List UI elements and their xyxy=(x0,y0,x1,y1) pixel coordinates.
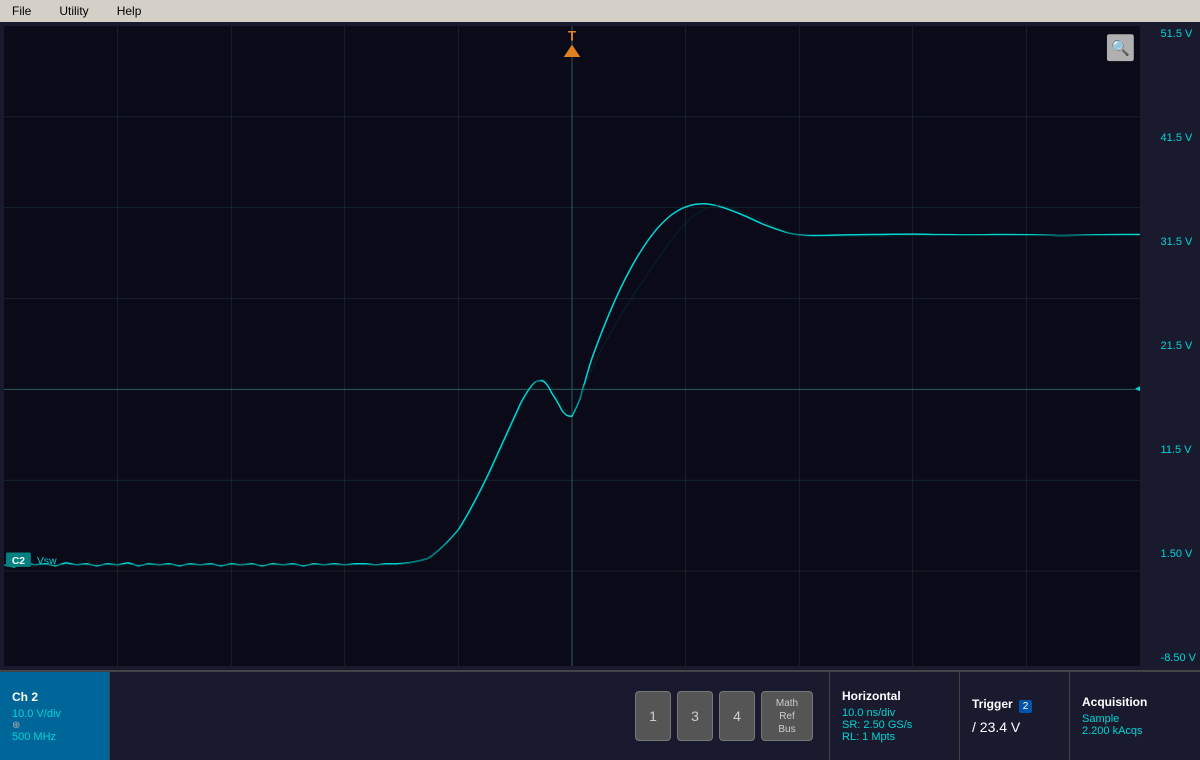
horizontal-sample-rate: SR: 2.50 GS/s xyxy=(842,719,947,731)
trigger-header: Trigger 2 xyxy=(972,697,1057,715)
ch2-badge: C2 xyxy=(12,556,25,567)
voltage-label-5: 11.5 V xyxy=(1161,444,1196,456)
acquisition-mode: Sample xyxy=(1082,713,1188,725)
menu-utility[interactable]: Utility xyxy=(55,2,92,20)
voltage-label-3: 31.5 V xyxy=(1161,236,1196,248)
voltage-label-4: 21.5 V xyxy=(1161,340,1196,352)
menu-file[interactable]: File xyxy=(8,2,35,20)
ch1-button[interactable]: 1 xyxy=(635,691,671,741)
zoom-icon[interactable]: 🔍 xyxy=(1111,38,1130,57)
trigger-ch-badge: 2 xyxy=(1019,700,1033,713)
voltage-label-2: 41.5 V xyxy=(1161,132,1196,144)
menubar: File Utility Help xyxy=(0,0,1200,22)
voltage-scale: 51.5 V 41.5 V 31.5 V 21.5 V 11.5 V 1.50 … xyxy=(1161,26,1196,666)
cursor-arrow: ◄ xyxy=(1132,379,1140,397)
horizontal-panel: Horizontal 10.0 ns/div SR: 2.50 GS/s RL:… xyxy=(830,672,960,760)
ch2-title: Ch 2 xyxy=(12,690,97,704)
horizontal-title: Horizontal xyxy=(842,689,947,703)
trigger-panel: Trigger 2 / 23.4 V xyxy=(960,672,1070,760)
voltage-label-6: 1.50 V xyxy=(1161,548,1196,560)
acquisition-title: Acquisition xyxy=(1082,695,1188,709)
math-ref-bus-button[interactable]: Math Ref Bus xyxy=(761,691,813,741)
scope-display: T 🔍 C2 Vsw ◄ xyxy=(4,26,1140,666)
trigger-t-label: T xyxy=(568,28,577,43)
voltage-label-7: -8.50 V xyxy=(1161,652,1196,664)
acquisition-panel: Acquisition Sample 2.200 kAcqs xyxy=(1070,672,1200,760)
horizontal-record-length: RL: 1 Mpts xyxy=(842,731,947,743)
trigger-value: 23.4 V xyxy=(980,719,1020,735)
acquisition-count: 2.200 kAcqs xyxy=(1082,725,1188,737)
status-bar: Ch 2 10.0 V/div ⊕ 500 MHz 1 3 4 Math Ref… xyxy=(0,670,1200,760)
trigger-icon: / 23.4 V xyxy=(972,719,1057,735)
center-spacer xyxy=(110,672,619,760)
waveform-area: T 🔍 C2 Vsw ◄ 51.5 V xyxy=(0,22,1200,670)
trigger-title: Trigger xyxy=(972,697,1013,711)
ch2-bandwidth: 500 MHz xyxy=(12,731,97,743)
ch2-panel: Ch 2 10.0 V/div ⊕ 500 MHz xyxy=(0,672,110,760)
ch2-vdiv: 10.0 V/div xyxy=(12,708,97,720)
scope-container: T 🔍 C2 Vsw ◄ 51.5 V xyxy=(0,22,1200,760)
ch2-bw-icon: ⊕ xyxy=(12,720,97,731)
horizontal-time-div: 10.0 ns/div xyxy=(842,707,947,719)
ch3-button[interactable]: 3 xyxy=(677,691,713,741)
channel-buttons: 1 3 4 Math Ref Bus xyxy=(619,672,830,760)
menu-help[interactable]: Help xyxy=(113,2,146,20)
voltage-label-1: 51.5 V xyxy=(1161,28,1196,40)
trigger-marker xyxy=(564,45,581,57)
ch4-button[interactable]: 4 xyxy=(719,691,755,741)
vsw-label: Vsw xyxy=(37,556,57,567)
